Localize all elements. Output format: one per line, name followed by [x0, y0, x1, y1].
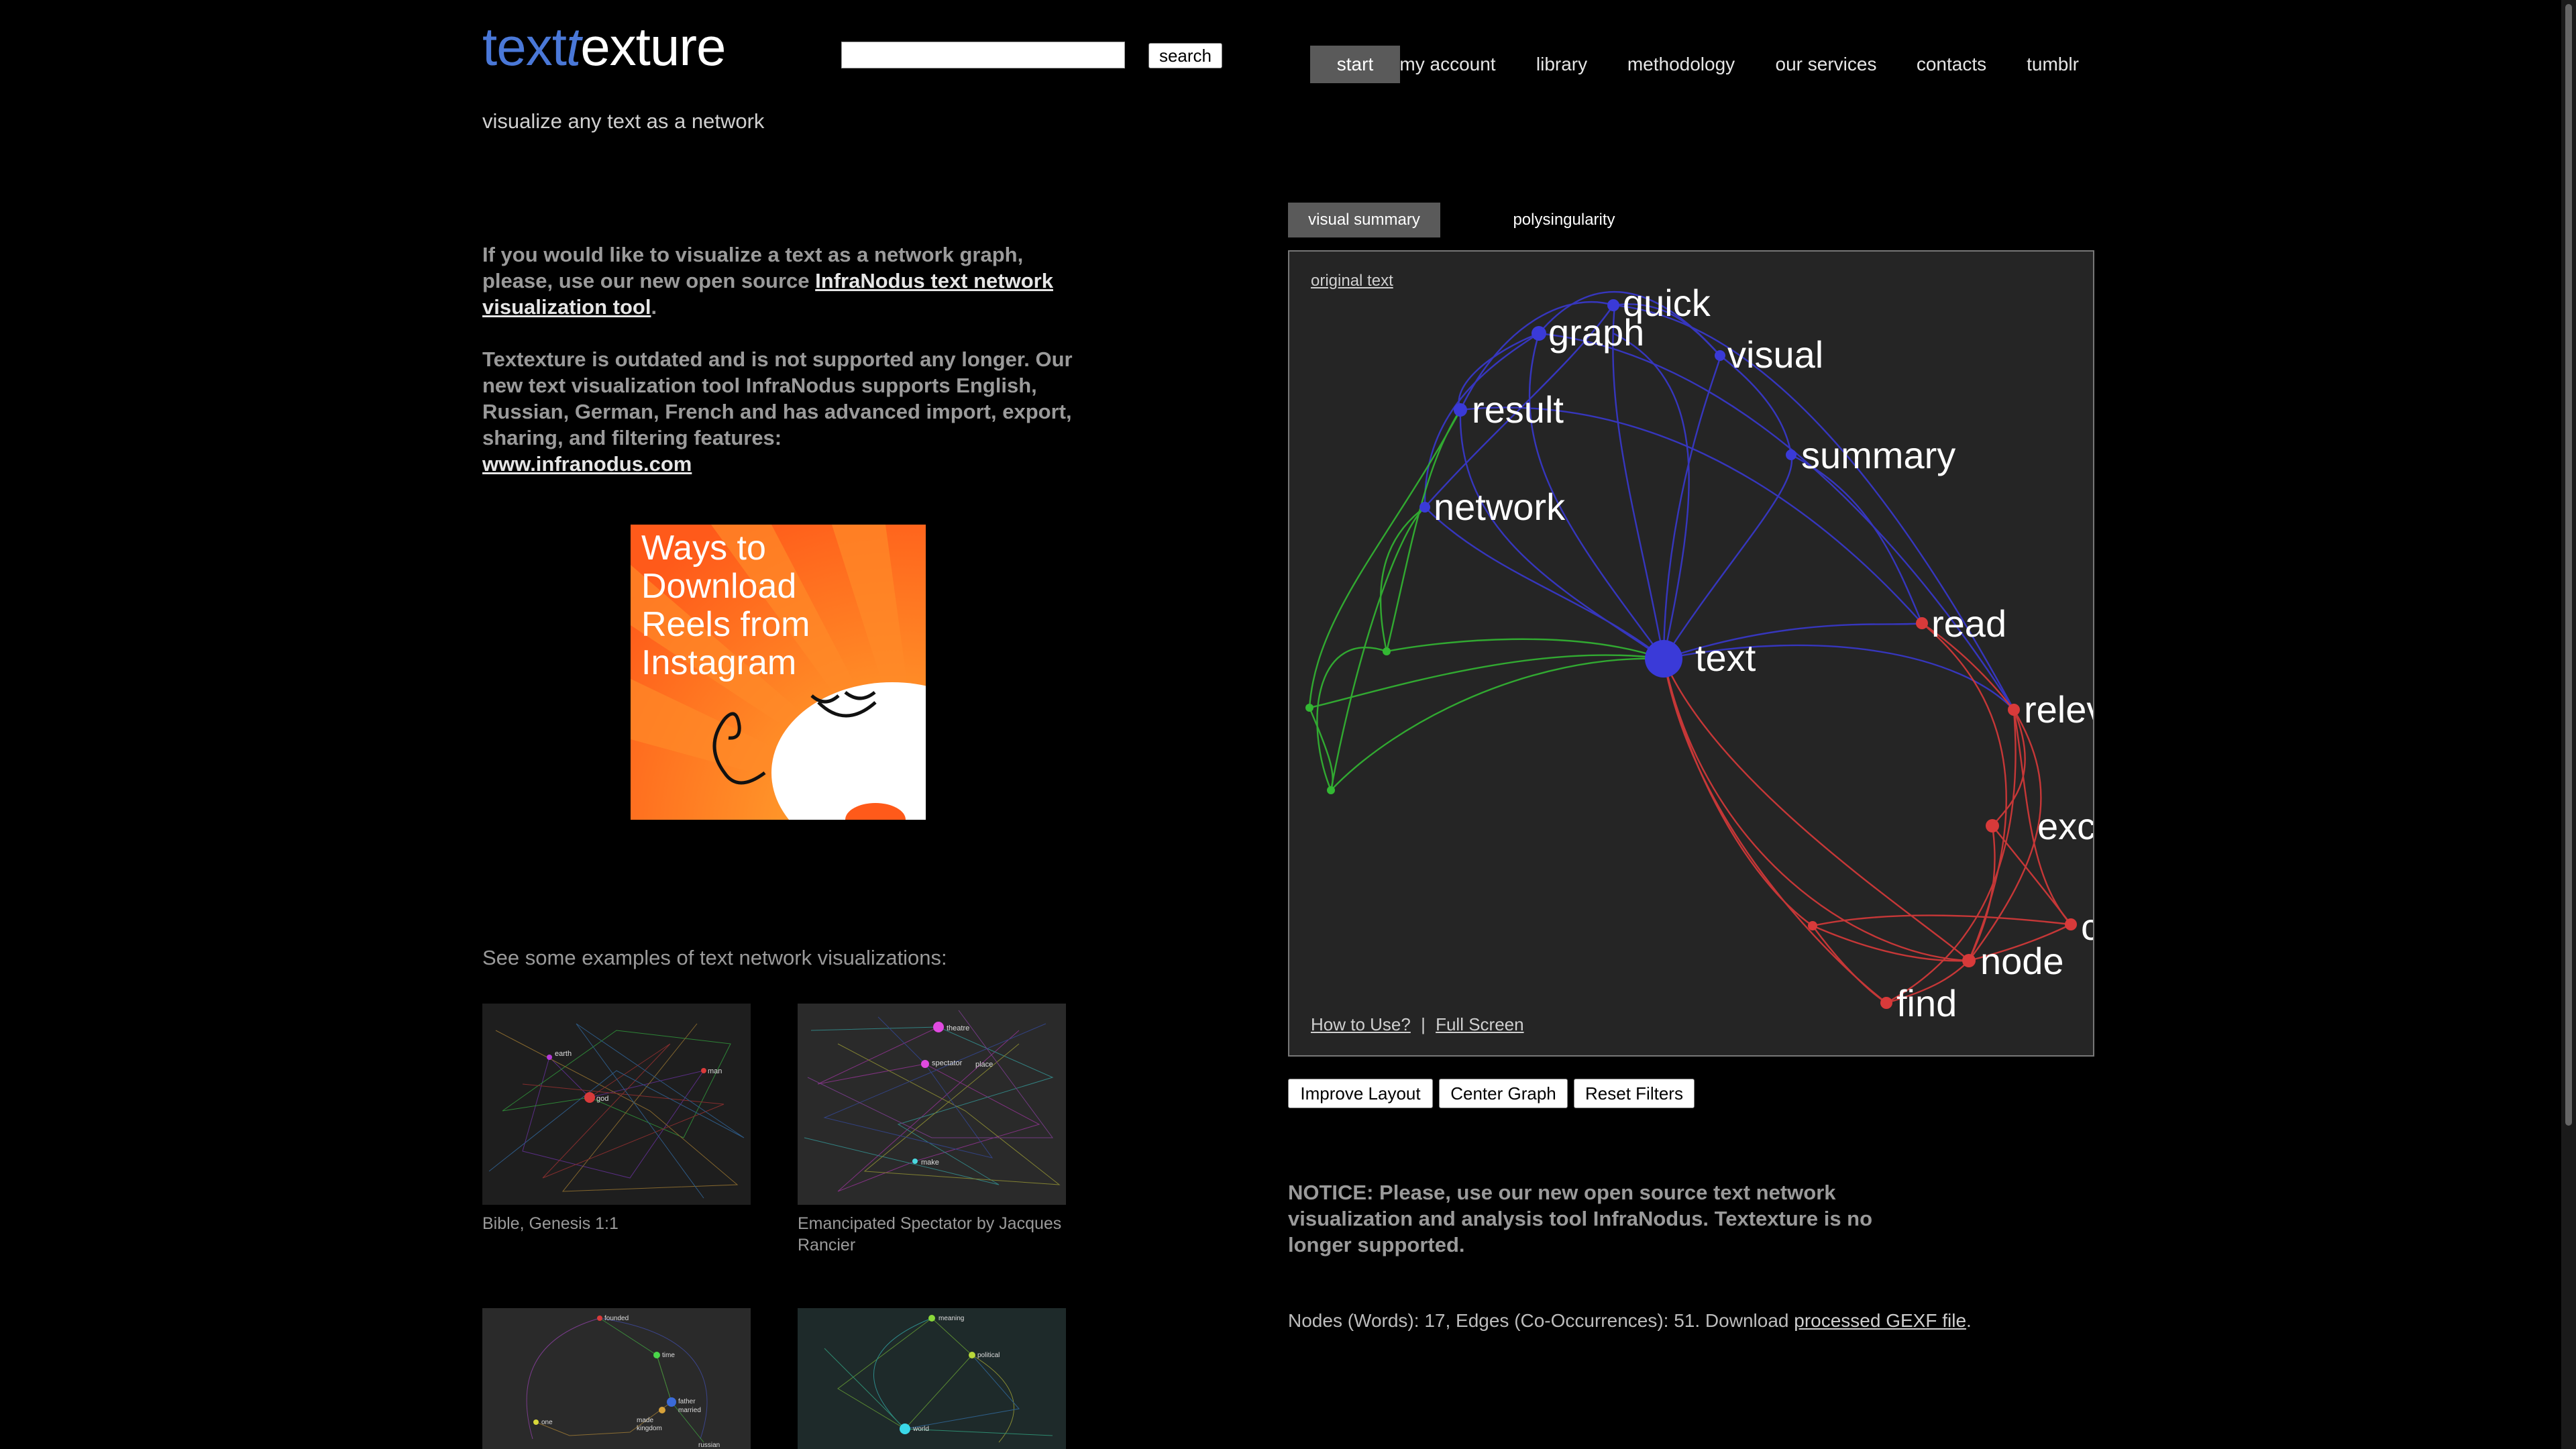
thumb-3-label-russian: russian — [698, 1442, 720, 1449]
node-label-find: find — [1896, 982, 1957, 1024]
thumb-2-label-make: make — [921, 1159, 939, 1167]
thumb-3-label-time: time — [662, 1352, 675, 1359]
center-graph-button[interactable]: Center Graph — [1439, 1079, 1568, 1108]
node-label-result: result — [1472, 388, 1564, 431]
logo-part-3: exture — [580, 17, 726, 76]
text-network-graph[interactable]: quick graph visual result summary networ… — [1289, 252, 2094, 1057]
notice-text: NOTICE: Please, use our new open source … — [1288, 1181, 1873, 1256]
reset-filters-button[interactable]: Reset Filters — [1574, 1079, 1695, 1108]
node-label-text: text — [1695, 637, 1756, 679]
thumb-3-label-one: one — [541, 1419, 553, 1426]
intro-paragraph-1: If you would like to visualize a text as… — [482, 241, 1073, 320]
ad-line-3: Reels from — [641, 605, 810, 644]
thumb-spectator-graph: theatre spectator place make — [798, 1004, 1066, 1205]
thumb-2-label-spectator: spectator — [932, 1059, 963, 1067]
node-label-relev: relev — [2024, 688, 2094, 731]
ad-line-2: Download — [641, 567, 796, 606]
stats-text: Nodes (Words): 17, Edges (Co-Occurrences… — [1288, 1310, 1794, 1331]
node-label-read: read — [1931, 602, 2006, 645]
thumb-3-graph: founded time father married made one kin… — [482, 1308, 751, 1449]
ad-illustration: Ways to Download Reels from Instagram — [631, 525, 926, 820]
link-separator: | — [1421, 1014, 1426, 1034]
tab-polysingularity[interactable]: polysingularity — [1488, 203, 1640, 237]
logo-part-2: t — [566, 17, 581, 76]
nav-library[interactable]: library — [1535, 46, 1589, 83]
search-input[interactable] — [841, 42, 1125, 68]
example-thumb-bible[interactable]: earth god man — [482, 1004, 751, 1205]
infranodus-url-link[interactable]: www.infranodus.com — [482, 452, 692, 476]
thumb-3-label-kingdom: kingdom — [637, 1425, 662, 1432]
thumb-3-label-father: father — [678, 1398, 696, 1405]
thumb-2-label-place: place — [975, 1061, 993, 1069]
gexf-download-link[interactable]: processed GEXF file — [1794, 1310, 1966, 1331]
node-label-exc: exc — [2037, 805, 2094, 847]
tab-visual-summary[interactable]: visual summary — [1288, 203, 1440, 237]
thumb-1-label-god: god — [596, 1095, 608, 1103]
thumb-1-label-man: man — [708, 1067, 722, 1075]
thumb-3-label-founded: founded — [604, 1315, 629, 1322]
graph-panel[interactable]: original text quick graph visual result … — [1288, 250, 2094, 1057]
improve-layout-button[interactable]: Improve Layout — [1288, 1079, 1433, 1108]
node-label-c: c — [2081, 906, 2094, 948]
node-label-summary: summary — [1801, 434, 1955, 476]
example-thumb-3[interactable]: founded time father married made one kin… — [482, 1308, 751, 1449]
examples-title: See some examples of text network visual… — [482, 946, 947, 969]
thumb-2-label-theatre: theatre — [947, 1024, 969, 1032]
nav-my-account[interactable]: my account — [1399, 46, 1497, 83]
how-to-use-link[interactable]: How to Use? — [1311, 1014, 1411, 1034]
full-screen-link[interactable]: Full Screen — [1436, 1014, 1524, 1034]
graph-stats: Nodes (Words): 17, Edges (Co-Occurrences… — [1288, 1310, 1972, 1332]
nav-tumblr[interactable]: tumblr — [2025, 46, 2081, 83]
intro-p2-text: Textexture is outdated and is not suppor… — [482, 347, 1073, 449]
nav-our-services[interactable]: our services — [1774, 46, 1878, 83]
panel-links: How to Use? | Full Screen — [1311, 1014, 1524, 1035]
node-label-graph: graph — [1548, 311, 1644, 354]
thumb-4-label-meaning: meaning — [938, 1315, 964, 1322]
example-thumb-spectator[interactable]: theatre spectator place make — [798, 1004, 1066, 1205]
node-label-node: node — [1980, 940, 2064, 982]
nav-start[interactable]: start — [1310, 46, 1400, 83]
thumb-4-label-political: political — [977, 1352, 1000, 1359]
thumb-1-label-earth: earth — [555, 1050, 572, 1058]
logo[interactable]: texttexture — [482, 17, 727, 76]
ad-line-4: Instagram — [641, 643, 796, 682]
thumb-3-label-made: made — [637, 1417, 653, 1424]
example-caption-2: Emancipated Spectator by Jacques Rancier — [798, 1214, 1062, 1254]
tagline: visualize any text as a network — [482, 109, 765, 133]
node-label-visual: visual — [1727, 333, 1823, 376]
example-thumb-4[interactable]: meaning political world — [798, 1308, 1066, 1449]
nav-contacts[interactable]: contacts — [1916, 46, 1987, 83]
intro-text: If you would like to visualize a text as… — [482, 241, 1073, 503]
search-button[interactable]: search — [1148, 43, 1222, 68]
node-label-network: network — [1434, 486, 1566, 528]
intro-p1-end: . — [651, 295, 657, 319]
example-caption-1: Bible, Genesis 1:1 — [482, 1214, 619, 1233]
ad-line-1: Ways to — [641, 529, 766, 568]
intro-paragraph-2: Textexture is outdated and is not suppor… — [482, 346, 1073, 477]
thumb-bible-graph: earth god man — [482, 1004, 751, 1205]
stats-end: . — [1966, 1310, 1972, 1331]
thumb-4-graph: meaning political world — [798, 1308, 1066, 1449]
scrollbar-thumb[interactable] — [2565, 4, 2572, 1126]
nav-methodology[interactable]: methodology — [1626, 46, 1736, 83]
logo-part-1: text — [482, 17, 567, 76]
thumb-4-label-world: world — [912, 1426, 929, 1433]
thumb-3-label-married: married — [678, 1407, 701, 1414]
advertisement-banner[interactable]: Ways to Download Reels from Instagram — [631, 525, 926, 820]
